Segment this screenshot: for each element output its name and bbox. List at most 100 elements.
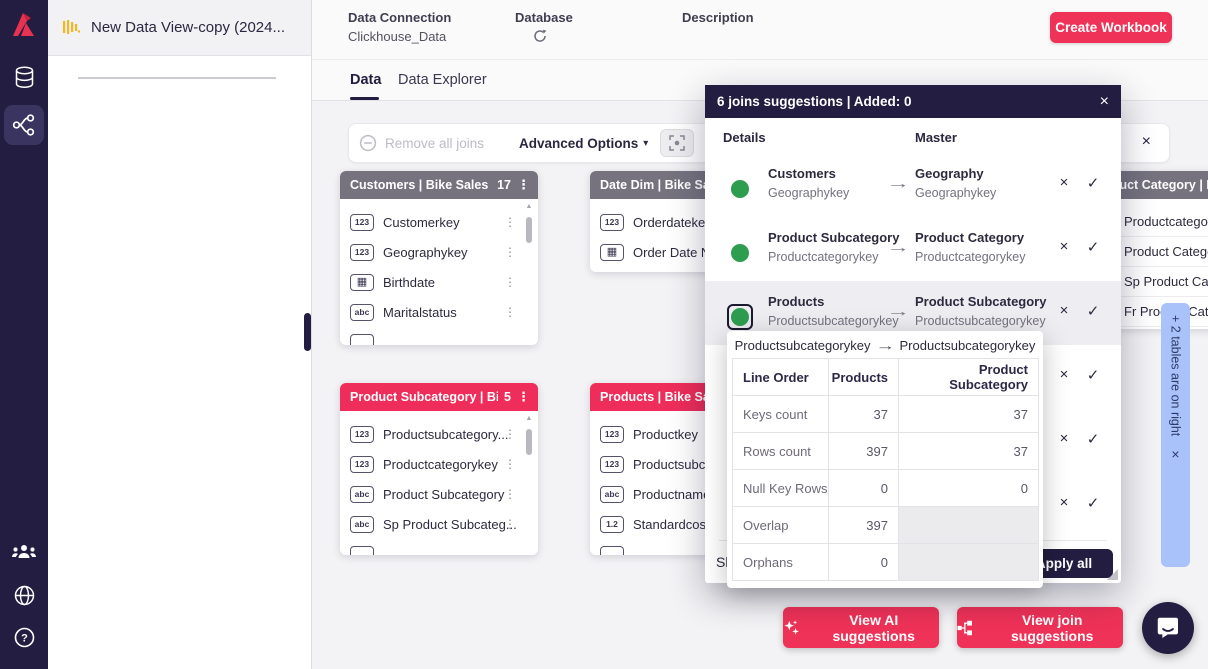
table-card-header[interactable]: Customers | Bike Sales 17 ⋮ bbox=[340, 171, 538, 199]
view-join-suggestions-button[interactable]: View join suggestions bbox=[957, 607, 1123, 648]
field-more-icon[interactable]: ⋮ bbox=[504, 245, 516, 259]
advanced-options-button[interactable]: Advanced Options ▾ bbox=[519, 124, 648, 162]
accept-join-icon[interactable]: ✓ bbox=[1084, 430, 1102, 448]
field-value-data-connection: Clickhouse_Data bbox=[348, 29, 446, 44]
join-suggestion-row[interactable]: Product Subcategory Productcategorykey →… bbox=[705, 217, 1121, 281]
join-suggestion-row[interactable]: Customers Geographykey → Geography Geogr… bbox=[705, 153, 1121, 217]
reject-join-icon[interactable]: × bbox=[1055, 494, 1073, 511]
from-key: Productsubcategorykey bbox=[735, 338, 871, 353]
card-scrollbar[interactable]: ▲▼ bbox=[523, 203, 535, 345]
field-more-icon[interactable]: ⋮ bbox=[504, 517, 516, 531]
field-type-icon: ▦ bbox=[350, 274, 374, 291]
field-row-partial bbox=[340, 539, 538, 555]
scroll-up-icon[interactable]: ▲ bbox=[526, 415, 533, 423]
field-row[interactable]: abcProduct Subcategory⋮ bbox=[340, 479, 538, 509]
accept-join-icon[interactable]: ✓ bbox=[1084, 238, 1102, 256]
field-more-icon[interactable]: ⋮ bbox=[504, 215, 516, 229]
scroll-thumb[interactable] bbox=[526, 217, 532, 243]
arrow-icon: → bbox=[886, 303, 910, 319]
join-icon bbox=[957, 620, 972, 636]
table-title: Customers | Bike Sales bbox=[350, 178, 488, 192]
more-icon[interactable]: ⋮ bbox=[517, 389, 530, 405]
field-more-icon[interactable]: ⋮ bbox=[504, 457, 516, 471]
close-icon[interactable]: × bbox=[1100, 93, 1109, 111]
join-stats-popup: Productsubcategorykey→Productsubcategory… bbox=[727, 331, 1043, 588]
field-type-icon: 123 bbox=[600, 456, 624, 473]
data-model-nav-active[interactable] bbox=[4, 105, 44, 145]
advanced-options-label: Advanced Options bbox=[519, 136, 638, 151]
tab-data-explorer[interactable]: Data Explorer bbox=[398, 72, 487, 88]
brand-logo-icon[interactable] bbox=[0, 10, 48, 40]
field-more-icon[interactable]: ⋮ bbox=[504, 427, 516, 441]
data-view-title-bar[interactable]: New Data View-copy (2024... bbox=[48, 0, 311, 56]
reject-join-icon[interactable]: × bbox=[1055, 238, 1073, 255]
field-label-data-connection: Data Connection bbox=[348, 10, 451, 25]
detail-table-name: Product Subcategory bbox=[768, 230, 899, 245]
accept-join-icon[interactable]: ✓ bbox=[1084, 366, 1102, 384]
app-root: ? New Data View-copy (2024... Select Def… bbox=[0, 0, 1208, 669]
field-more-icon[interactable]: ⋮ bbox=[504, 275, 516, 289]
field-name: Birthdate bbox=[383, 275, 435, 290]
arrow-icon: → bbox=[875, 338, 895, 353]
field-row[interactable]: 123Customerkey⋮ bbox=[340, 207, 538, 237]
modal-header[interactable]: 6 joins suggestions | Added: 0 × bbox=[705, 85, 1121, 118]
field-type-icon: abc bbox=[350, 304, 374, 321]
reject-join-icon[interactable]: × bbox=[1055, 430, 1073, 447]
fit-to-view-button[interactable] bbox=[660, 129, 694, 157]
master-table-name: Product Subcategory bbox=[915, 294, 1046, 309]
database-icon[interactable] bbox=[0, 66, 48, 89]
table-card-product-subcategory[interactable]: Product Subcategory | Bik... 5 ⋮ 123Prod… bbox=[340, 383, 538, 555]
view-join-suggestions-label: View join suggestions bbox=[981, 612, 1123, 644]
accept-join-icon[interactable]: ✓ bbox=[1084, 174, 1102, 192]
detail-table-name: Customers bbox=[768, 166, 836, 181]
field-more-icon[interactable]: ⋮ bbox=[504, 305, 516, 319]
chat-bubble-icon bbox=[1155, 615, 1181, 641]
card-scrollbar[interactable]: ▲▼ bbox=[523, 415, 535, 555]
field-name: Orderdatekey bbox=[633, 215, 712, 230]
caret-down-icon: ▾ bbox=[643, 138, 648, 149]
field-row[interactable]: abcSp Product Subcateg...⋮ bbox=[340, 509, 538, 539]
panel-scrollbar-thumb[interactable] bbox=[304, 313, 311, 351]
field-row[interactable]: abcMaritalstatus⋮ bbox=[340, 297, 538, 327]
field-row[interactable]: ▦ Birthdate ⋮ bbox=[340, 267, 538, 297]
chat-launcher-button[interactable] bbox=[1142, 602, 1194, 654]
circle-minus-icon bbox=[359, 134, 377, 152]
help-icon[interactable]: ? bbox=[0, 626, 48, 649]
field-name: Productsubcategory... bbox=[383, 427, 509, 442]
join-status-dot bbox=[731, 180, 749, 198]
accept-join-icon[interactable]: ✓ bbox=[1084, 494, 1102, 512]
field-type-icon: 123 bbox=[600, 214, 624, 231]
table-card-header[interactable]: Product Subcategory | Bik... 5 ⋮ bbox=[340, 383, 538, 411]
field-row[interactable]: 123Geographykey⋮ bbox=[340, 237, 538, 267]
details-column-header: Details bbox=[723, 130, 766, 145]
field-row[interactable]: 123Productcategorykey⋮ bbox=[340, 449, 538, 479]
table-card-customers[interactable]: Customers | Bike Sales 17 ⋮ 123Customerk… bbox=[340, 171, 538, 345]
field-type-icon bbox=[350, 334, 374, 346]
join-status-dot-wrap bbox=[727, 240, 753, 266]
more-icon[interactable]: ⋮ bbox=[517, 177, 530, 193]
table-field-count: 17 bbox=[497, 178, 511, 192]
active-tab-underline bbox=[350, 97, 379, 100]
create-workbook-button[interactable]: Create Workbook bbox=[1050, 12, 1172, 43]
scroll-up-icon[interactable]: ▲ bbox=[526, 203, 533, 211]
community-icon[interactable] bbox=[0, 543, 48, 561]
close-icon[interactable]: × bbox=[1142, 133, 1151, 151]
stats-row-label: Overlap bbox=[733, 507, 829, 544]
tables-on-right-badge[interactable]: + 2 tables are on right × bbox=[1161, 303, 1190, 567]
reject-join-icon[interactable]: × bbox=[1055, 366, 1073, 383]
field-row[interactable]: 123Productsubcategory...⋮ bbox=[340, 419, 538, 449]
resize-handle[interactable] bbox=[1107, 569, 1118, 580]
view-ai-suggestions-button[interactable]: View AI suggestions bbox=[783, 607, 939, 648]
reject-join-icon[interactable]: × bbox=[1055, 174, 1073, 191]
field-more-icon[interactable]: ⋮ bbox=[504, 487, 516, 501]
close-icon[interactable]: × bbox=[1171, 446, 1179, 462]
accept-join-icon[interactable]: ✓ bbox=[1084, 302, 1102, 320]
refresh-icon[interactable] bbox=[533, 29, 547, 48]
tab-data[interactable]: Data bbox=[350, 72, 381, 88]
globe-icon[interactable] bbox=[0, 584, 48, 607]
remove-all-joins-button[interactable]: Remove all joins bbox=[359, 124, 484, 162]
scroll-thumb[interactable] bbox=[526, 429, 532, 455]
table-field-count: 5 bbox=[504, 390, 511, 404]
stats-value-empty bbox=[899, 507, 1039, 544]
reject-join-icon[interactable]: × bbox=[1055, 302, 1073, 319]
